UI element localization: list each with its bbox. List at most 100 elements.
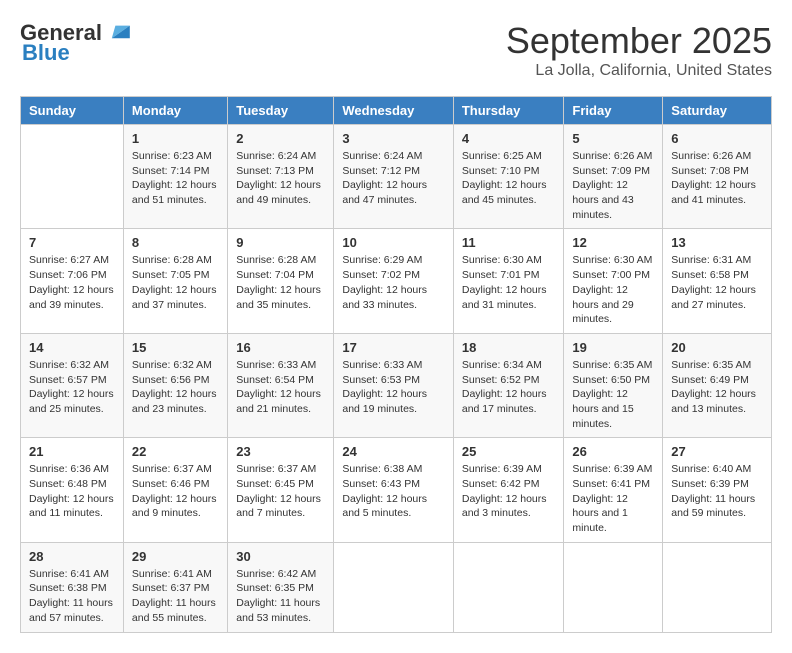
daylight-text: Daylight: 12 hours and 13 minutes. bbox=[671, 387, 763, 416]
calendar-cell: 19 Sunrise: 6:35 AM Sunset: 6:50 PM Dayl… bbox=[564, 333, 663, 437]
sunset-text: Sunset: 6:37 PM bbox=[132, 581, 219, 596]
calendar-cell bbox=[334, 542, 454, 632]
cell-info: Sunrise: 6:28 AM Sunset: 7:05 PM Dayligh… bbox=[132, 253, 219, 312]
day-number: 13 bbox=[671, 235, 763, 250]
sunset-text: Sunset: 6:49 PM bbox=[671, 373, 763, 388]
cell-info: Sunrise: 6:26 AM Sunset: 7:08 PM Dayligh… bbox=[671, 149, 763, 208]
day-number: 19 bbox=[572, 340, 654, 355]
cell-info: Sunrise: 6:28 AM Sunset: 7:04 PM Dayligh… bbox=[236, 253, 325, 312]
sunset-text: Sunset: 6:50 PM bbox=[572, 373, 654, 388]
cell-info: Sunrise: 6:37 AM Sunset: 6:46 PM Dayligh… bbox=[132, 462, 219, 521]
day-number: 4 bbox=[462, 131, 556, 146]
daylight-text: Daylight: 12 hours and 51 minutes. bbox=[132, 178, 219, 207]
day-number: 2 bbox=[236, 131, 325, 146]
sunrise-text: Sunrise: 6:30 AM bbox=[572, 253, 654, 268]
calendar-table: SundayMondayTuesdayWednesdayThursdayFrid… bbox=[20, 96, 772, 633]
cell-info: Sunrise: 6:41 AM Sunset: 6:37 PM Dayligh… bbox=[132, 567, 219, 626]
sunset-text: Sunset: 7:01 PM bbox=[462, 268, 556, 283]
daylight-text: Daylight: 12 hours and 19 minutes. bbox=[342, 387, 445, 416]
daylight-text: Daylight: 12 hours and 29 minutes. bbox=[572, 283, 654, 327]
cell-info: Sunrise: 6:32 AM Sunset: 6:56 PM Dayligh… bbox=[132, 358, 219, 417]
calendar-cell: 7 Sunrise: 6:27 AM Sunset: 7:06 PM Dayli… bbox=[21, 229, 124, 333]
calendar-cell: 1 Sunrise: 6:23 AM Sunset: 7:14 PM Dayli… bbox=[123, 125, 227, 229]
sunset-text: Sunset: 7:09 PM bbox=[572, 164, 654, 179]
sunrise-text: Sunrise: 6:40 AM bbox=[671, 462, 763, 477]
daylight-text: Daylight: 12 hours and 35 minutes. bbox=[236, 283, 325, 312]
cell-info: Sunrise: 6:34 AM Sunset: 6:52 PM Dayligh… bbox=[462, 358, 556, 417]
day-number: 16 bbox=[236, 340, 325, 355]
calendar-cell bbox=[453, 542, 564, 632]
cell-info: Sunrise: 6:36 AM Sunset: 6:48 PM Dayligh… bbox=[29, 462, 115, 521]
cell-info: Sunrise: 6:24 AM Sunset: 7:12 PM Dayligh… bbox=[342, 149, 445, 208]
page-title: September 2025 bbox=[506, 20, 772, 62]
calendar-cell: 9 Sunrise: 6:28 AM Sunset: 7:04 PM Dayli… bbox=[228, 229, 334, 333]
daylight-text: Daylight: 12 hours and 31 minutes. bbox=[462, 283, 556, 312]
sunset-text: Sunset: 7:14 PM bbox=[132, 164, 219, 179]
sunrise-text: Sunrise: 6:30 AM bbox=[462, 253, 556, 268]
daylight-text: Daylight: 12 hours and 15 minutes. bbox=[572, 387, 654, 431]
daylight-text: Daylight: 12 hours and 5 minutes. bbox=[342, 492, 445, 521]
calendar-cell: 30 Sunrise: 6:42 AM Sunset: 6:35 PM Dayl… bbox=[228, 542, 334, 632]
sunset-text: Sunset: 7:13 PM bbox=[236, 164, 325, 179]
sunrise-text: Sunrise: 6:24 AM bbox=[342, 149, 445, 164]
cell-info: Sunrise: 6:30 AM Sunset: 7:00 PM Dayligh… bbox=[572, 253, 654, 326]
daylight-text: Daylight: 11 hours and 55 minutes. bbox=[132, 596, 219, 625]
daylight-text: Daylight: 12 hours and 47 minutes. bbox=[342, 178, 445, 207]
cell-info: Sunrise: 6:35 AM Sunset: 6:49 PM Dayligh… bbox=[671, 358, 763, 417]
cell-info: Sunrise: 6:40 AM Sunset: 6:39 PM Dayligh… bbox=[671, 462, 763, 521]
day-number: 23 bbox=[236, 444, 325, 459]
calendar-cell: 25 Sunrise: 6:39 AM Sunset: 6:42 PM Dayl… bbox=[453, 438, 564, 542]
sunset-text: Sunset: 7:08 PM bbox=[671, 164, 763, 179]
calendar-week-row: 21 Sunrise: 6:36 AM Sunset: 6:48 PM Dayl… bbox=[21, 438, 772, 542]
cell-info: Sunrise: 6:38 AM Sunset: 6:43 PM Dayligh… bbox=[342, 462, 445, 521]
daylight-text: Daylight: 12 hours and 3 minutes. bbox=[462, 492, 556, 521]
cell-info: Sunrise: 6:39 AM Sunset: 6:42 PM Dayligh… bbox=[462, 462, 556, 521]
day-number: 7 bbox=[29, 235, 115, 250]
daylight-text: Daylight: 12 hours and 1 minute. bbox=[572, 492, 654, 536]
calendar-cell: 14 Sunrise: 6:32 AM Sunset: 6:57 PM Dayl… bbox=[21, 333, 124, 437]
calendar-cell: 17 Sunrise: 6:33 AM Sunset: 6:53 PM Dayl… bbox=[334, 333, 454, 437]
cell-info: Sunrise: 6:23 AM Sunset: 7:14 PM Dayligh… bbox=[132, 149, 219, 208]
sunrise-text: Sunrise: 6:41 AM bbox=[29, 567, 115, 582]
column-header-wednesday: Wednesday bbox=[334, 97, 454, 125]
sunset-text: Sunset: 6:38 PM bbox=[29, 581, 115, 596]
sunrise-text: Sunrise: 6:34 AM bbox=[462, 358, 556, 373]
sunset-text: Sunset: 6:54 PM bbox=[236, 373, 325, 388]
sunrise-text: Sunrise: 6:41 AM bbox=[132, 567, 219, 582]
daylight-text: Daylight: 12 hours and 9 minutes. bbox=[132, 492, 219, 521]
day-number: 21 bbox=[29, 444, 115, 459]
sunrise-text: Sunrise: 6:38 AM bbox=[342, 462, 445, 477]
sunset-text: Sunset: 6:56 PM bbox=[132, 373, 219, 388]
calendar-cell: 15 Sunrise: 6:32 AM Sunset: 6:56 PM Dayl… bbox=[123, 333, 227, 437]
calendar-cell: 13 Sunrise: 6:31 AM Sunset: 6:58 PM Dayl… bbox=[663, 229, 772, 333]
title-section: September 2025 La Jolla, California, Uni… bbox=[506, 20, 772, 80]
logo: General Blue bbox=[20, 20, 134, 66]
sunrise-text: Sunrise: 6:26 AM bbox=[671, 149, 763, 164]
daylight-text: Daylight: 12 hours and 39 minutes. bbox=[29, 283, 115, 312]
sunrise-text: Sunrise: 6:42 AM bbox=[236, 567, 325, 582]
sunset-text: Sunset: 7:02 PM bbox=[342, 268, 445, 283]
calendar-cell: 28 Sunrise: 6:41 AM Sunset: 6:38 PM Dayl… bbox=[21, 542, 124, 632]
column-header-thursday: Thursday bbox=[453, 97, 564, 125]
daylight-text: Daylight: 12 hours and 37 minutes. bbox=[132, 283, 219, 312]
calendar-week-row: 14 Sunrise: 6:32 AM Sunset: 6:57 PM Dayl… bbox=[21, 333, 772, 437]
cell-info: Sunrise: 6:26 AM Sunset: 7:09 PM Dayligh… bbox=[572, 149, 654, 222]
calendar-cell bbox=[21, 125, 124, 229]
sunset-text: Sunset: 6:45 PM bbox=[236, 477, 325, 492]
daylight-text: Daylight: 12 hours and 7 minutes. bbox=[236, 492, 325, 521]
calendar-cell bbox=[564, 542, 663, 632]
sunset-text: Sunset: 7:00 PM bbox=[572, 268, 654, 283]
sunset-text: Sunset: 6:52 PM bbox=[462, 373, 556, 388]
daylight-text: Daylight: 12 hours and 21 minutes. bbox=[236, 387, 325, 416]
day-number: 6 bbox=[671, 131, 763, 146]
sunset-text: Sunset: 7:10 PM bbox=[462, 164, 556, 179]
cell-info: Sunrise: 6:41 AM Sunset: 6:38 PM Dayligh… bbox=[29, 567, 115, 626]
cell-info: Sunrise: 6:42 AM Sunset: 6:35 PM Dayligh… bbox=[236, 567, 325, 626]
day-number: 17 bbox=[342, 340, 445, 355]
sunset-text: Sunset: 6:48 PM bbox=[29, 477, 115, 492]
day-number: 20 bbox=[671, 340, 763, 355]
sunrise-text: Sunrise: 6:33 AM bbox=[342, 358, 445, 373]
sunset-text: Sunset: 6:43 PM bbox=[342, 477, 445, 492]
day-number: 29 bbox=[132, 549, 219, 564]
cell-info: Sunrise: 6:35 AM Sunset: 6:50 PM Dayligh… bbox=[572, 358, 654, 431]
